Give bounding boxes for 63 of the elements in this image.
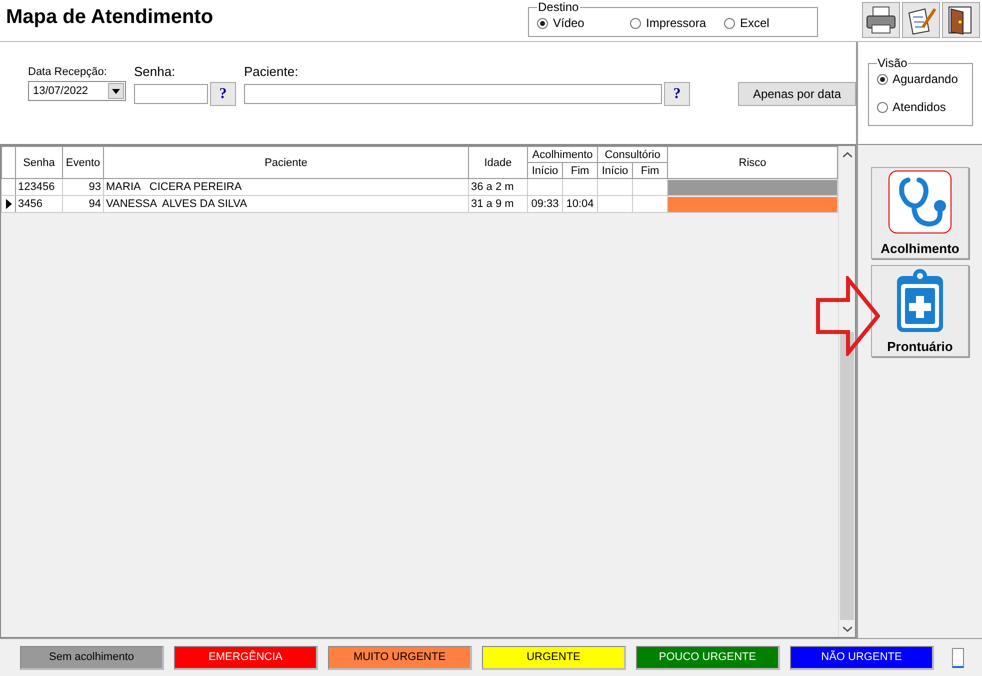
column-header: Início bbox=[528, 162, 562, 178]
group-label: Visão bbox=[876, 56, 908, 70]
radio-option[interactable]: Excel bbox=[724, 14, 804, 32]
table-cell: 36 a 2 m bbox=[468, 178, 528, 196]
column-header: Paciente bbox=[104, 146, 468, 178]
stethoscope-icon bbox=[888, 170, 952, 234]
module-button[interactable]: Prontuário bbox=[871, 265, 969, 357]
field-label: Paciente: bbox=[244, 64, 300, 79]
dropdown-arrow-icon bbox=[112, 88, 120, 94]
printer-icon[interactable] bbox=[862, 2, 900, 38]
column-header: Fim bbox=[632, 162, 668, 178]
radio-option[interactable]: Atendidos bbox=[876, 100, 962, 114]
column-header: Fim bbox=[562, 162, 598, 178]
radio-icon[interactable] bbox=[876, 102, 888, 112]
group-label: Destino bbox=[537, 0, 580, 14]
column-header: Risco bbox=[668, 146, 838, 178]
clipboard-icon bbox=[895, 268, 945, 334]
column-header: Evento bbox=[62, 146, 104, 178]
table-cell: 93 bbox=[62, 178, 104, 196]
column-header: Senha bbox=[16, 146, 62, 178]
date-dropdown[interactable]: 13/07/2022 bbox=[28, 81, 126, 101]
radio-option[interactable]: Impressora bbox=[630, 14, 724, 32]
date-only-button[interactable]: Apenas por data bbox=[738, 82, 856, 106]
risk-legend-button[interactable]: POUCO URGENTE bbox=[636, 646, 780, 670]
help-button[interactable]: ? bbox=[210, 82, 236, 106]
column-header: Consultório bbox=[598, 146, 668, 162]
column-header: Início bbox=[598, 162, 633, 178]
small-indicator bbox=[952, 648, 964, 668]
risk-legend-button[interactable]: URGENTE bbox=[482, 646, 626, 670]
row-pointer-icon bbox=[6, 199, 12, 209]
notepad-pencil-icon[interactable] bbox=[902, 2, 940, 38]
radio-icon[interactable] bbox=[724, 18, 735, 28]
module-button[interactable]: Acolhimento bbox=[871, 167, 969, 259]
door-icon[interactable] bbox=[942, 2, 980, 38]
table-cell: 3456 bbox=[16, 196, 62, 212]
page-title: Mapa de Atendimento bbox=[6, 6, 214, 29]
table-cell: 94 bbox=[62, 196, 104, 212]
risk-legend-button[interactable]: MUITO URGENTE bbox=[328, 646, 472, 670]
vertical-scrollbar[interactable] bbox=[838, 146, 855, 637]
risk-legend-button[interactable]: NÃO URGENTE bbox=[790, 646, 934, 670]
field-label: Senha: bbox=[134, 64, 176, 79]
radio-option[interactable]: Aguardando bbox=[876, 72, 962, 86]
table-cell: 10:04 bbox=[562, 196, 598, 212]
scroll-thumb[interactable] bbox=[840, 332, 854, 620]
patient-input[interactable] bbox=[244, 84, 662, 104]
radio-icon[interactable] bbox=[537, 18, 548, 28]
risk-legend-button[interactable]: Sem acolhimento bbox=[20, 646, 164, 670]
column-header: Acolhimento bbox=[528, 146, 598, 162]
column-header: Idade bbox=[468, 146, 528, 178]
field-label: Data Recepção: bbox=[28, 66, 108, 78]
table-cell: 123456 bbox=[16, 178, 62, 196]
radio-option[interactable]: Vídeo bbox=[537, 14, 630, 32]
senha-input[interactable] bbox=[134, 84, 208, 104]
scroll-up-icon[interactable] bbox=[842, 152, 852, 158]
scroll-down-icon[interactable] bbox=[842, 626, 852, 632]
radio-icon[interactable] bbox=[630, 18, 641, 28]
table-cell: 09:33 bbox=[528, 196, 562, 212]
table-cell: 31 a 9 m bbox=[468, 196, 528, 212]
help-button[interactable]: ? bbox=[664, 82, 690, 106]
radio-icon[interactable] bbox=[876, 74, 888, 84]
table-cell: VANESSA ALVES DA SILVA bbox=[104, 196, 468, 212]
table-cell: MARIA CICERA PEREIRA bbox=[104, 178, 468, 196]
risk-legend-button[interactable]: EMERGÊNCIA bbox=[174, 646, 318, 670]
